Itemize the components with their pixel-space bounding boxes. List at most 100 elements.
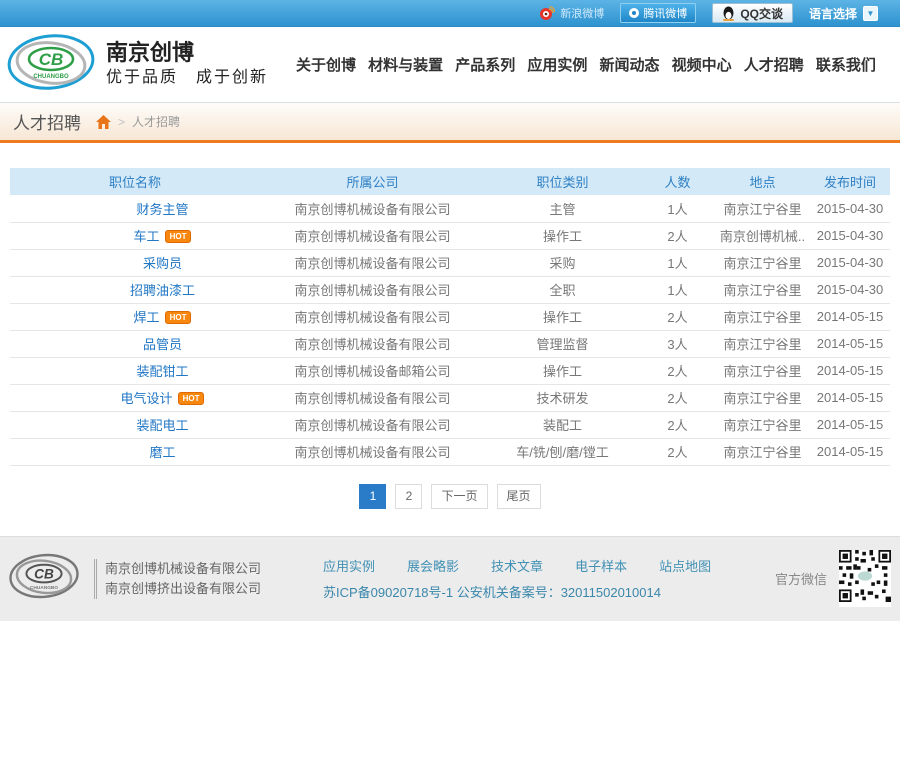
job-date: 2015-04-30 (810, 195, 890, 222)
job-category: 采购 (485, 249, 640, 276)
col-header-title: 职位名称 (10, 168, 260, 195)
job-category: 装配工 (485, 411, 640, 438)
job-title-link[interactable]: 财务主管 (136, 202, 188, 217)
job-count: 1人 (640, 195, 715, 222)
job-category: 主管 (485, 195, 640, 222)
job-count: 3人 (640, 330, 715, 357)
job-title-link[interactable]: 电气设计 (121, 391, 173, 406)
hot-badge: HOT (165, 311, 192, 324)
breadcrumb-separator: > (118, 115, 125, 129)
job-title-link[interactable]: 车工 (134, 229, 160, 244)
job-category: 车/铣/刨/磨/镗工 (485, 438, 640, 465)
job-location: 南京江宁谷里 (715, 330, 810, 357)
footer-logo-chuangbo-text: CHUANGBO (30, 585, 59, 591)
nav-item-jobs[interactable]: 人才招聘 (744, 54, 804, 75)
footer-link-articles[interactable]: 技术文章 (491, 556, 543, 575)
footer-company-line-2: 南京创博挤出设备有限公司 (105, 579, 261, 599)
job-location: 南京江宁谷里 (715, 411, 810, 438)
tencent-weibo-icon (629, 8, 639, 18)
breadcrumb-current[interactable]: 人才招聘 (132, 113, 180, 130)
job-count: 2人 (640, 384, 715, 411)
job-location: 南京江宁谷里 (715, 438, 810, 465)
footer-divider (94, 559, 97, 599)
nav-item-materials[interactable]: 材料与装置 (368, 54, 443, 75)
job-title-link[interactable]: 装配钳工 (136, 364, 188, 379)
brand-block: 南京创博 优于品质 成于创新 (106, 40, 268, 90)
table-row: 品管员 南京创博机械设备有限公司 管理监督 3人 南京江宁谷里 2014-05-… (10, 330, 890, 357)
footer-company-names: 南京创博机械设备有限公司 南京创博挤出设备有限公司 (105, 559, 261, 599)
job-category: 操作工 (485, 222, 640, 249)
footer-links: 应用实例 展会略影 技术文章 电子样本 站点地图 (323, 556, 711, 575)
footer-logo: CB CHUANGBO (8, 550, 80, 607)
job-location: 南京江宁谷里 (715, 357, 810, 384)
job-date: 2014-05-15 (810, 411, 890, 438)
logo-cb-text: CB (39, 50, 64, 69)
nav-item-about[interactable]: 关于创博 (296, 54, 356, 75)
sina-weibo-link[interactable]: 新浪微博 (539, 5, 604, 21)
qq-chat-button[interactable]: QQ交谈 (712, 3, 793, 23)
last-page-button[interactable]: 尾页 (497, 484, 541, 509)
tencent-weibo-label: 腾讯微博 (643, 5, 687, 21)
home-icon[interactable] (96, 115, 111, 129)
job-date: 2014-05-15 (810, 438, 890, 465)
col-header-count: 人数 (640, 168, 715, 195)
table-row: 装配钳工 南京创博机械设备邮箱公司 操作工 2人 南京江宁谷里 2014-05-… (10, 357, 890, 384)
job-count: 1人 (640, 276, 715, 303)
footer: CB CHUANGBO 南京创博机械设备有限公司 南京创博挤出设备有限公司 应用… (0, 536, 900, 621)
sina-weibo-icon (539, 5, 555, 21)
main-content: 职位名称 所属公司 职位类别 人数 地点 发布时间 财务主管 南京创博机械设备有… (0, 143, 900, 536)
job-count: 1人 (640, 249, 715, 276)
breadcrumb-bar: 人才招聘 > 人才招聘 (0, 103, 900, 143)
table-row: 焊工HOT 南京创博机械设备有限公司 操作工 2人 南京江宁谷里 2014-05… (10, 303, 890, 330)
page-button-1[interactable]: 1 (359, 484, 386, 509)
table-row: 装配电工 南京创博机械设备有限公司 装配工 2人 南京江宁谷里 2014-05-… (10, 411, 890, 438)
main-nav: 关于创博 材料与装置 产品系列 应用实例 新闻动态 视频中心 人才招聘 联系我们 (296, 54, 876, 75)
nav-item-applications[interactable]: 应用实例 (527, 54, 587, 75)
job-category: 管理监督 (485, 330, 640, 357)
footer-link-exhibitions[interactable]: 展会略影 (407, 556, 459, 575)
job-title-link[interactable]: 采购员 (143, 256, 182, 271)
footer-logo-cb-text: CB (34, 566, 54, 581)
job-date: 2015-04-30 (810, 276, 890, 303)
footer-link-samples[interactable]: 电子样本 (575, 556, 627, 575)
logo-chuangbo-text: CHUANGBO (33, 74, 69, 80)
footer-middle: 应用实例 展会略影 技术文章 电子样本 站点地图 苏ICP备09020718号-… (323, 556, 711, 601)
company-logo[interactable]: CB CHUANGBO (6, 31, 96, 98)
job-company: 南京创博机械设备有限公司 (260, 195, 485, 222)
nav-item-news[interactable]: 新闻动态 (600, 54, 660, 75)
job-title-link[interactable]: 品管员 (143, 337, 182, 352)
page-title: 人才招聘 (13, 109, 81, 134)
col-header-date: 发布时间 (810, 168, 890, 195)
chevron-down-icon[interactable]: ▼ (863, 6, 878, 21)
job-company: 南京创博机械设备有限公司 (260, 222, 485, 249)
language-label: 语言选择 (809, 5, 857, 22)
job-date: 2015-04-30 (810, 249, 890, 276)
job-title-link[interactable]: 磨工 (149, 445, 175, 460)
language-select[interactable]: 语言选择 ▼ (809, 5, 878, 22)
job-title-link[interactable]: 招聘油漆工 (130, 283, 195, 298)
footer-company-line-1: 南京创博机械设备有限公司 (105, 559, 261, 579)
footer-link-sitemap[interactable]: 站点地图 (659, 556, 711, 575)
hot-badge: HOT (178, 392, 205, 405)
job-date: 2014-05-15 (810, 384, 890, 411)
nav-item-contact[interactable]: 联系我们 (816, 54, 876, 75)
sina-weibo-label: 新浪微博 (560, 5, 604, 21)
nav-item-products[interactable]: 产品系列 (455, 54, 515, 75)
col-header-category: 职位类别 (485, 168, 640, 195)
next-page-button[interactable]: 下一页 (431, 484, 487, 509)
job-company: 南京创博机械设备有限公司 (260, 303, 485, 330)
brand-slogan: 优于品质 成于创新 (106, 66, 268, 90)
job-location: 南京江宁谷里 (715, 276, 810, 303)
footer-link-applications[interactable]: 应用实例 (323, 556, 375, 575)
job-location: 南京江宁谷里 (715, 384, 810, 411)
page-button-2[interactable]: 2 (395, 484, 422, 509)
job-count: 2人 (640, 438, 715, 465)
job-date: 2014-05-15 (810, 303, 890, 330)
job-location: 南京江宁谷里 (715, 249, 810, 276)
job-title-link[interactable]: 焊工 (134, 310, 160, 325)
nav-item-video[interactable]: 视频中心 (672, 54, 732, 75)
job-category: 技术研发 (485, 384, 640, 411)
table-row: 车工HOT 南京创博机械设备有限公司 操作工 2人 南京创博机械.. 2015-… (10, 222, 890, 249)
tencent-weibo-link[interactable]: 腾讯微博 (620, 3, 696, 23)
job-title-link[interactable]: 装配电工 (136, 418, 188, 433)
